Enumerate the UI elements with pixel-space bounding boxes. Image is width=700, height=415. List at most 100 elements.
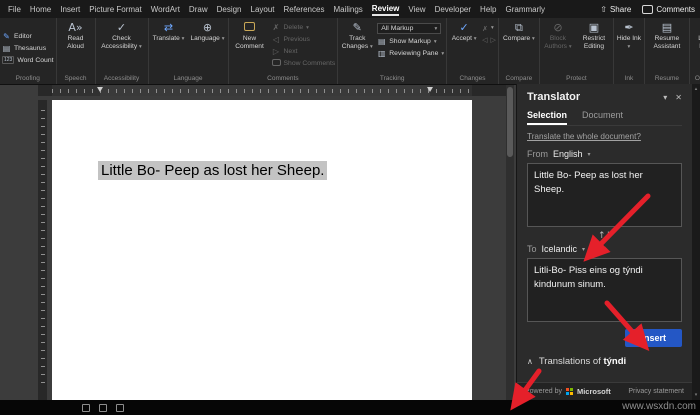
compare-icon: ⧉ [515,22,523,35]
next-comment-button[interactable]: ▷ Next [272,47,336,56]
tab-design[interactable]: Design [217,3,242,15]
ribbon-group-ink: ✒ Hide Ink ▾ Ink [614,18,645,84]
check-accessibility-button[interactable]: ✓ Check Accessibility ▾ [98,19,146,51]
share-button[interactable]: ⇧ Share [600,5,631,14]
word-count-button[interactable]: 123 Word Count [2,56,54,64]
chevron-down-icon: ▾ [582,246,585,253]
tab-insert[interactable]: Insert [60,3,80,15]
source-text-box[interactable]: Little Bo- Peep as lost her Sheep. [527,163,682,227]
accept-button[interactable]: ✓ Accept ▾ [449,19,479,43]
tab-document[interactable]: Document [582,110,623,125]
tab-mailings[interactable]: Mailings [333,3,362,15]
group-label-proofing: Proofing [2,73,54,84]
document-scrollbar-thumb[interactable] [507,87,513,157]
previous-comment-button[interactable]: ◁ Previous [272,35,336,44]
editor-icon: ✎ [2,32,11,41]
vertical-ruler[interactable] [38,100,47,400]
reject-icon[interactable]: ✗ [482,25,488,33]
ribbon-tab-bar: File Home Insert Picture Format WordArt … [0,0,700,18]
comments-button[interactable]: Comments [642,5,695,14]
taskbar-app-icon[interactable] [116,404,124,412]
tab-draw[interactable]: Draw [189,3,208,15]
right-indent-marker[interactable] [427,87,433,92]
selected-text[interactable]: Little Bo- Peep as lost her Sheep. [98,161,327,180]
group-label-compare: Compare [501,73,537,84]
delete-comment-button[interactable]: ✗ Delete ▾ [272,23,336,32]
scroll-up-icon[interactable]: ▴ [695,86,698,92]
tab-wordart[interactable]: WordArt [151,3,180,15]
ribbon-group-protect: ⊘ Block Authors ▾ ▣ Restrict Editing Pro… [540,18,614,84]
chevron-down-icon: ▾ [434,39,437,45]
document-scrollbar[interactable] [506,85,514,400]
block-authors-button[interactable]: ⊘ Block Authors ▾ [542,19,574,51]
privacy-statement-link[interactable]: Privacy statement [628,388,684,395]
chevron-down-icon: ▾ [628,44,631,50]
scroll-down-icon[interactable]: ▾ [695,392,698,398]
translation-text-box[interactable]: Litli-Bo- Piss eins og týndi kindunum si… [527,258,682,322]
chevron-down-icon: ▾ [588,151,591,158]
compare-button[interactable]: ⧉ Compare ▾ [501,19,537,43]
show-markup-button[interactable]: ▤ Show Markup ▾ [377,37,444,46]
swap-languages-icon[interactable]: ↑↓ [598,231,611,241]
pane-footer: Powered by Microsoft Privacy statement [517,382,692,400]
previous-change-icon[interactable]: ◁ [482,36,487,44]
document-page[interactable]: Little Bo- Peep as lost her Sheep. [52,100,472,400]
reviewing-pane-icon: ▥ [377,49,386,58]
close-icon[interactable]: ✕ [675,93,682,102]
tab-review[interactable]: Review [372,2,400,16]
translate-button[interactable]: ⇄ Translate ▾ [151,19,187,43]
read-aloud-button[interactable]: A» Read Aloud [59,19,93,51]
document-text-line[interactable]: Little Bo- Peep as lost her Sheep. [98,162,327,179]
tab-layout[interactable]: Layout [251,3,275,15]
tab-picture-format[interactable]: Picture Format [89,3,141,15]
word-window: File Home Insert Picture Format WordArt … [0,0,700,415]
linked-notes-button[interactable]: N Linked Notes [692,19,700,51]
tab-references[interactable]: References [284,3,325,15]
resume-assistant-button[interactable]: ▤ Resume Assistant [647,19,687,51]
globe-icon: ⊕ [203,22,212,35]
taskbar-app-icon[interactable] [99,404,107,412]
display-for-review-dropdown[interactable]: All Markup ▾ [377,23,441,34]
block-authors-icon: ⊘ [553,22,562,35]
left-indent-marker[interactable] [97,87,103,92]
tab-help[interactable]: Help [480,3,496,15]
chevron-down-icon: ▾ [306,25,309,31]
translate-whole-document-link[interactable]: Translate the whole document? [527,132,682,141]
show-comments-button[interactable]: Show Comments [272,59,336,68]
tab-developer[interactable]: Developer [435,3,471,15]
from-language-dropdown[interactable]: From English ▾ [527,149,682,159]
thesaurus-button[interactable]: ▤ Thesaurus [2,44,46,53]
pane-options-icon[interactable]: ▾ [663,93,667,102]
editor-button[interactable]: ✎ Editor [2,32,32,41]
previous-icon: ◁ [272,35,281,44]
share-icon: ⇧ [600,5,607,14]
to-language-dropdown[interactable]: To Icelandic ▾ [527,244,682,254]
chevron-down-icon: ▾ [441,51,444,57]
reviewing-pane-button[interactable]: ▥ Reviewing Pane ▾ [377,49,444,58]
ribbon-group-resume: ▤ Resume Assistant Resume [645,18,690,84]
restrict-editing-button[interactable]: ▣ Restrict Editing [577,19,611,51]
read-aloud-icon: A» [68,22,82,35]
new-comment-button[interactable]: New Comment [231,19,269,51]
language-button[interactable]: ⊕ Language ▾ [190,19,226,43]
tab-view[interactable]: View [408,3,425,15]
insert-button[interactable]: Insert [625,329,682,347]
next-change-icon[interactable]: ▷ [491,36,496,44]
hide-ink-button[interactable]: ✒ Hide Ink ▾ [616,19,642,51]
tab-home[interactable]: Home [30,3,51,15]
restrict-editing-icon: ▣ [589,22,599,35]
group-label-resume: Resume [647,73,687,84]
track-changes-button[interactable]: ✎ Track Changes ▾ [340,19,374,51]
horizontal-ruler[interactable] [38,85,508,96]
pane-scrollbar[interactable]: ▴ ▾ [692,84,700,400]
show-markup-icon: ▤ [377,37,386,46]
translations-section-header[interactable]: ∧ Translations of týndi [527,356,682,367]
tab-file[interactable]: File [8,3,21,15]
check-accessibility-icon: ✓ [117,22,126,35]
chevron-down-icon: ▾ [491,25,494,33]
tab-grammarly[interactable]: Grammarly [506,3,546,15]
taskbar-app-icon[interactable] [82,404,90,412]
chevron-down-icon: ▾ [474,36,477,42]
tab-selection[interactable]: Selection [527,110,567,125]
chevron-up-icon: ∧ [527,357,533,366]
